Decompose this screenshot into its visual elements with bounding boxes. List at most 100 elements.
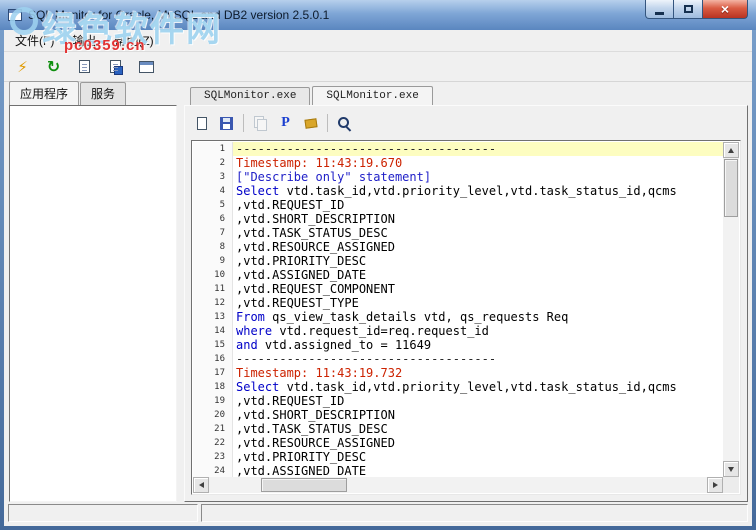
titlebar[interactable]: SQL Monitor for Oracle, MySQL and DB2 ve… xyxy=(0,0,756,30)
editor-line: 24 ,vtd.ASSIGNED_DATE xyxy=(193,464,723,477)
export-log-button[interactable] xyxy=(103,56,128,78)
line-number: 7 xyxy=(193,226,233,240)
line-number: 19 xyxy=(193,394,233,408)
magnifier-icon xyxy=(337,116,352,131)
line-text: where vtd.request_id=req.request_id xyxy=(236,324,489,338)
line-number: 6 xyxy=(193,212,233,226)
editor-line: 18 Select vtd.task_id,vtd.priority_level,… xyxy=(193,380,723,394)
scroll-right-button[interactable] xyxy=(707,477,723,493)
line-number: 17 xyxy=(193,366,233,380)
p-icon: P xyxy=(281,115,290,130)
editor-line: 5 ,vtd.REQUEST_ID xyxy=(193,198,723,212)
editor-line: 10 ,vtd.ASSIGNED_DATE xyxy=(193,268,723,282)
new-button[interactable] xyxy=(190,113,213,134)
editor-line: 9 ,vtd.PRIORITY_DESC xyxy=(193,254,723,268)
scroll-left-button[interactable] xyxy=(193,477,209,493)
maximize-button[interactable] xyxy=(674,0,702,19)
clear-button[interactable] xyxy=(299,113,322,134)
editor-line: 14 where vtd.request_id=req.request_id xyxy=(193,324,723,338)
horizontal-scroll-thumb[interactable] xyxy=(261,478,347,492)
left-tab-1[interactable]: 服务 xyxy=(80,82,127,105)
line-text: From qs_view_task_details vtd, qs_reques… xyxy=(236,310,569,324)
editor-line: 6 ,vtd.SHORT_DESCRIPTION xyxy=(193,212,723,226)
document-save-icon xyxy=(110,60,123,75)
line-text: ,vtd.TASK_STATUS_DESC xyxy=(236,422,388,436)
session-tab-0[interactable]: SQLMonitor.exe xyxy=(190,87,311,105)
editor-line: 1 ------------------------------------ xyxy=(193,142,723,156)
scroll-down-button[interactable] xyxy=(723,461,739,477)
status-bar xyxy=(8,504,748,522)
line-number: 12 xyxy=(193,296,233,310)
arrow-right-icon xyxy=(712,482,718,488)
app-window: SQL Monitor for Oracle, MySQL and DB2 ve… xyxy=(0,0,756,530)
menu-item-0[interactable]: 文件(F) xyxy=(6,29,63,52)
minimize-icon xyxy=(655,12,664,15)
line-number: 23 xyxy=(193,450,233,464)
status-cell-left xyxy=(8,504,198,522)
line-text: Timestamp: 11:43:19.732 xyxy=(236,366,403,380)
editor-line: 16 ------------------------------------ xyxy=(193,352,723,366)
sql-output-editor[interactable]: 1 ------------------------------------ 2 Ti… xyxy=(191,140,741,495)
scroll-up-button[interactable] xyxy=(723,142,739,158)
line-number: 4 xyxy=(193,184,233,198)
session-tab-1[interactable]: SQLMonitor.exe xyxy=(312,86,433,105)
line-number: 20 xyxy=(193,408,233,422)
maximize-icon xyxy=(683,5,693,13)
start-monitor-button[interactable]: ⚡ xyxy=(10,56,35,78)
editor-line: 3 ["Describe only" statement] xyxy=(193,170,723,184)
line-text: ------------------------------------ xyxy=(236,352,497,366)
copy-button[interactable] xyxy=(249,113,272,134)
clear-icon xyxy=(303,117,318,129)
menu-item-1[interactable]: 输出 xyxy=(63,29,105,52)
line-text: ,vtd.REQUEST_ID xyxy=(236,394,345,408)
arrow-left-icon xyxy=(198,482,204,488)
main-toolbar: ⚡ ↻ xyxy=(4,52,752,82)
editor-line: 12 ,vtd.REQUEST_TYPE xyxy=(193,296,723,310)
line-text: Timestamp: 11:43:19.670 xyxy=(236,156,403,170)
window-icon xyxy=(139,60,154,73)
vertical-scroll-thumb[interactable] xyxy=(724,159,738,217)
line-number: 10 xyxy=(193,268,233,282)
open-log-button[interactable] xyxy=(72,56,97,78)
arrow-up-icon xyxy=(728,147,734,153)
window-controls: × xyxy=(645,0,748,19)
find-button[interactable] xyxy=(333,113,356,134)
line-text: ,vtd.PRIORITY_DESC xyxy=(236,254,367,268)
close-button[interactable]: × xyxy=(702,0,748,19)
window-button[interactable] xyxy=(134,56,159,78)
window-title: SQL Monitor for Oracle, MySQL and DB2 ve… xyxy=(28,8,330,22)
refresh-button[interactable]: ↻ xyxy=(41,56,66,78)
save-button[interactable] xyxy=(215,113,238,134)
editor-line: 22 ,vtd.RESOURCE_ASSIGNED xyxy=(193,436,723,450)
vertical-scrollbar[interactable] xyxy=(723,142,739,477)
left-tabs: 应用程序 服务 xyxy=(9,81,127,105)
line-text: ["Describe only" statement] xyxy=(236,170,432,184)
line-text: ,vtd.SHORT_DESCRIPTION xyxy=(236,408,395,422)
editor-line: 20 ,vtd.SHORT_DESCRIPTION xyxy=(193,408,723,422)
editor-toolbar: P xyxy=(190,110,742,136)
session-tabs: SQLMonitor.exe SQLMonitor.exe xyxy=(190,86,435,105)
horizontal-scrollbar[interactable] xyxy=(193,477,723,493)
editor-line: 17 Timestamp: 11:43:19.732 xyxy=(193,366,723,380)
line-number: 8 xyxy=(193,240,233,254)
line-number: 21 xyxy=(193,422,233,436)
editor-line: 13 From qs_view_task_details vtd, qs_requ… xyxy=(193,310,723,324)
line-number: 3 xyxy=(193,170,233,184)
editor-line: 8 ,vtd.RESOURCE_ASSIGNED xyxy=(193,240,723,254)
left-tab-0[interactable]: 应用程序 xyxy=(9,81,80,105)
pause-button[interactable]: P xyxy=(274,113,297,134)
new-page-icon xyxy=(196,116,207,130)
document-icon xyxy=(79,60,90,73)
menu-item-2[interactable]: 帮助(Z) xyxy=(105,29,162,52)
editor-line: 19 ,vtd.REQUEST_ID xyxy=(193,394,723,408)
application-list[interactable] xyxy=(9,105,177,502)
refresh-icon: ↻ xyxy=(46,58,61,76)
session-page: P 1 ------------------------------------ 2… xyxy=(184,105,748,502)
client-area: 文件(F) 输出 帮助(Z) ⚡ ↻ 应用程序 服务 SQLMonitor.exe SQL… xyxy=(4,30,752,526)
line-text: ------------------------------------ xyxy=(233,142,723,156)
line-text: ,vtd.REQUEST_ID xyxy=(236,198,345,212)
editor-line: 4 Select vtd.task_id,vtd.priority_level,v… xyxy=(193,184,723,198)
minimize-button[interactable] xyxy=(645,0,674,19)
line-text: ,vtd.ASSIGNED_DATE xyxy=(236,464,367,477)
line-text: Select vtd.task_id,vtd.priority_level,vt… xyxy=(236,184,677,198)
